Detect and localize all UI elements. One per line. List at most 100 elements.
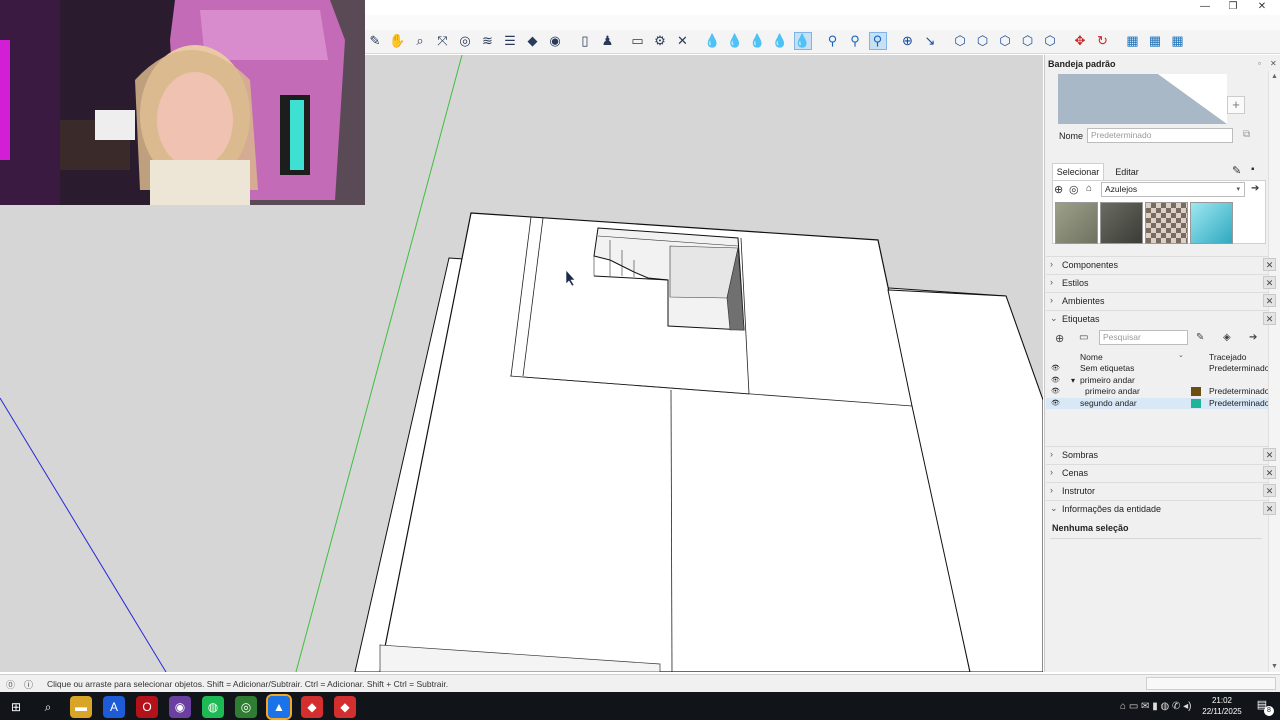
library-dropdown[interactable]: Azulejos ▾ — [1101, 182, 1245, 197]
box-icon[interactable]: ⬡ — [951, 32, 969, 50]
app-red-icon[interactable]: ◆ — [301, 696, 323, 718]
add-icon[interactable]: ⊕ — [899, 32, 917, 50]
drop-icon[interactable]: 💧 — [749, 32, 767, 50]
app-a-icon[interactable]: A — [103, 696, 125, 718]
box-icon[interactable]: ⬡ — [1041, 32, 1059, 50]
sketchup-icon[interactable]: ▲ — [266, 694, 292, 720]
layers-icon[interactable]: ☰ — [501, 32, 519, 50]
drop-icon[interactable]: 💧 — [793, 32, 812, 50]
search-icon[interactable]: ⌕ — [37, 696, 59, 718]
tag-dashes[interactable]: Predeterminado — [1209, 386, 1268, 397]
tray-pin-icon[interactable]: ▫ — [1258, 59, 1261, 68]
measurements-box[interactable] — [1146, 677, 1276, 690]
model-icon[interactable]: ◎ — [1069, 183, 1079, 196]
move-icon[interactable]: ✥ — [1071, 32, 1089, 50]
home-icon[interactable]: ⌂ — [1086, 183, 1092, 194]
section-instructor[interactable]: › Instrutor ✕ — [1046, 482, 1276, 499]
opera-icon[interactable]: O — [136, 696, 158, 718]
section-components[interactable]: › Componentes ✕ — [1046, 256, 1276, 273]
info-icon[interactable]: ⓘ — [24, 678, 33, 691]
grid-icon[interactable]: ▦ — [1169, 32, 1187, 50]
visibility-icon[interactable]: 👁 — [1051, 386, 1060, 397]
section-scenes[interactable]: › Cenas ✕ — [1046, 464, 1276, 481]
app-red-icon[interactable]: ◆ — [334, 696, 356, 718]
pan-icon[interactable]: ✋ — [389, 32, 407, 50]
add-tag-icon[interactable]: ⊕ — [1055, 332, 1064, 345]
material-swatch-dark-stone[interactable] — [1100, 202, 1143, 244]
trash-icon[interactable]: ▪ — [1251, 164, 1255, 175]
box-icon[interactable]: ⬡ — [974, 32, 992, 50]
box-icon[interactable]: ⬡ — [996, 32, 1014, 50]
tags-col-dashes[interactable]: Tracejado — [1209, 352, 1246, 362]
material-name-field[interactable]: Predeterminado — [1087, 128, 1233, 143]
clock-date[interactable]: 22/11/2025 — [1196, 707, 1248, 716]
details-icon[interactable]: ➔ — [1251, 183, 1259, 194]
tray-scrollbar[interactable]: ▲ ▼ — [1268, 71, 1280, 672]
tray-icons[interactable]: ⌂ ▭ ✉ ▮ ◍ ✆ ◂) — [1120, 701, 1192, 712]
sort-icon[interactable]: ⌄ — [1178, 351, 1184, 359]
tags-search-field[interactable]: Pesquisar — [1099, 330, 1188, 345]
section-tags[interactable]: ⌄ Etiquetas ✕ — [1046, 310, 1276, 327]
app-icon[interactable]: ◉ — [169, 696, 191, 718]
grid-icon[interactable]: ▦ — [1124, 32, 1142, 50]
rectangle-icon[interactable]: ▭ — [629, 32, 647, 50]
user-icon[interactable]: ♟ — [599, 32, 617, 50]
section-styles[interactable]: › Estilos ✕ — [1046, 274, 1276, 291]
box-icon[interactable]: ⬡ — [1019, 32, 1037, 50]
add-folder-icon[interactable]: ▭ — [1079, 332, 1088, 343]
section-environments[interactable]: › Ambientes ✕ — [1046, 292, 1276, 309]
drop-icon[interactable]: 💧 — [704, 32, 722, 50]
tray-close-icon[interactable]: ✕ — [1270, 59, 1277, 68]
measure-icon[interactable]: ↘ — [921, 32, 939, 50]
tag-row[interactable]: 👁 ▾ primeiro andar — [1046, 375, 1268, 386]
material-swatch-checker[interactable] — [1145, 202, 1188, 244]
grid-icon[interactable]: ▦ — [1146, 32, 1164, 50]
color-by-tag-icon[interactable]: ◈ — [1223, 332, 1231, 343]
erase-icon[interactable]: ✎ — [366, 32, 384, 50]
magnet-icon[interactable]: ⚲ — [846, 32, 864, 50]
visibility-icon[interactable]: 👁 — [1051, 363, 1060, 374]
visibility-icon[interactable]: 👁 — [1051, 375, 1060, 386]
section-entity-info[interactable]: ⌄ Informações da entidade ✕ — [1046, 500, 1276, 517]
delete-icon[interactable]: ✕ — [674, 32, 692, 50]
chrome-icon[interactable]: ◎ — [235, 696, 257, 718]
section-shadows[interactable]: › Sombras ✕ — [1046, 446, 1276, 463]
restore-button[interactable]: ❐ — [1218, 0, 1248, 15]
copy-icon[interactable]: ⧉ — [1243, 129, 1250, 140]
zoom-icon[interactable]: ⌕ — [411, 32, 429, 50]
rotate-icon[interactable]: ↻ — [1094, 32, 1112, 50]
tag-row[interactable]: 👁 Sem etiquetas Predeterminado — [1046, 363, 1268, 374]
close-button[interactable]: ✕ — [1247, 0, 1277, 15]
expand-icon[interactable]: ▾ — [1071, 375, 1075, 386]
material-swatch-stone[interactable] — [1055, 202, 1098, 244]
geo-icon[interactable]: ⓪ — [6, 678, 15, 691]
section-icon[interactable]: ≋ — [479, 32, 497, 50]
windows-icon[interactable]: ⊞ — [5, 696, 27, 718]
clock-time[interactable]: 21:02 — [1202, 696, 1242, 705]
magnet-icon[interactable]: ⚲ — [824, 32, 842, 50]
tab-edit[interactable]: Editar — [1108, 165, 1146, 180]
tag-color-swatch[interactable] — [1191, 398, 1201, 408]
folder-icon[interactable]: ▬ — [70, 696, 92, 718]
materials-icon[interactable]: ◆ — [524, 32, 542, 50]
eyedropper-icon[interactable]: ✎ — [1232, 164, 1241, 177]
minimize-button[interactable]: — — [1190, 0, 1220, 15]
settings-icon[interactable]: ⚙ — [651, 32, 669, 50]
drop-icon[interactable]: 💧 — [726, 32, 744, 50]
tag-row[interactable]: 👁 segundo andar Predeterminado — [1046, 397, 1268, 409]
tab-select[interactable]: Selecionar — [1052, 163, 1104, 180]
magnet-icon[interactable]: ⚲ — [868, 32, 887, 50]
add-icon[interactable]: ⊕ — [1054, 183, 1063, 196]
tag-dashes[interactable]: Predeterminado — [1209, 363, 1268, 374]
new-icon[interactable]: ▯ — [576, 32, 594, 50]
tag-row[interactable]: 👁 primeiro andar Predeterminado — [1046, 386, 1268, 397]
tag-color-swatch[interactable] — [1191, 387, 1201, 396]
drop-icon[interactable]: 💧 — [771, 32, 789, 50]
tags-col-name[interactable]: Nome — [1080, 352, 1103, 362]
tag-dashes[interactable]: Predeterminado — [1209, 398, 1268, 409]
spotify-icon[interactable]: ◍ — [202, 696, 224, 718]
camera-icon[interactable]: ◉ — [546, 32, 564, 50]
visibility-icon[interactable]: 👁 — [1051, 398, 1060, 409]
material-swatch-ice[interactable] — [1190, 202, 1233, 244]
create-material-icon[interactable]: + — [1227, 96, 1245, 114]
